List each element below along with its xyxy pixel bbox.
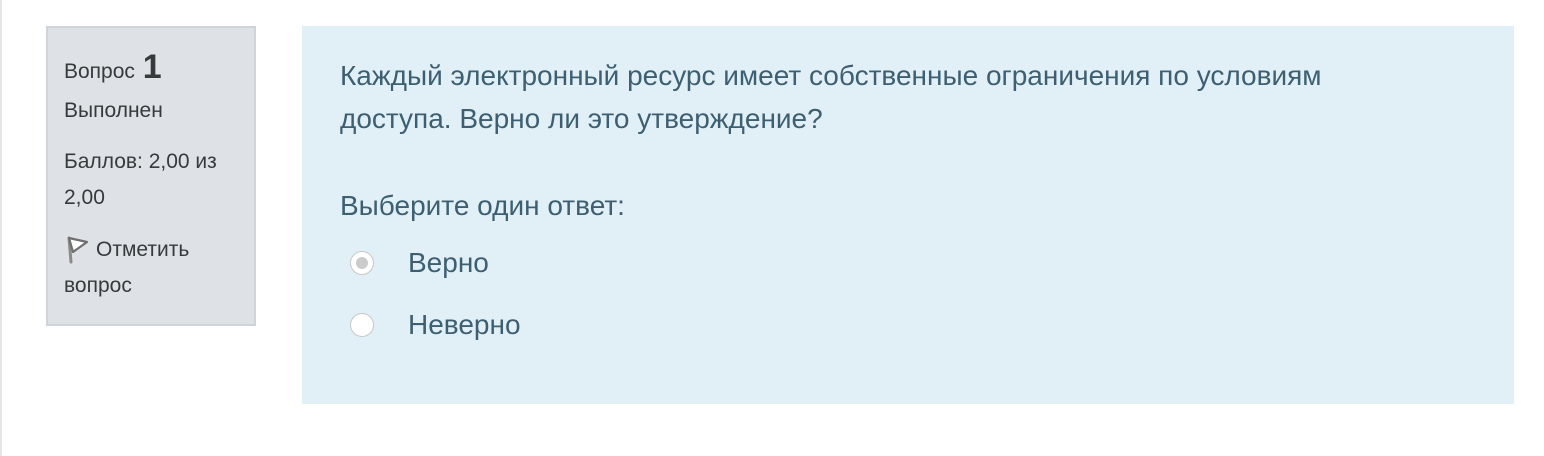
grade-line-1: Баллов: 2,00 из xyxy=(64,150,217,173)
flag-question-link[interactable]: Отметить вопрос xyxy=(64,232,238,304)
answer-label-true[interactable]: Верно xyxy=(408,243,489,283)
question-text-line-1: Каждый электронный ресурс имеет собствен… xyxy=(340,60,1322,91)
question-grade: Баллов: 2,00 из 2,00 xyxy=(64,144,238,216)
answer-prompt: Выберите один ответ: xyxy=(340,190,625,221)
quiz-page: Вопрос 1 Выполнен Баллов: 2,00 из 2,00 О… xyxy=(0,0,1544,456)
question-title: Вопрос 1 xyxy=(64,48,238,86)
question-label: Вопрос xyxy=(64,60,135,83)
question-text-line-2: доступа. Верно ли это утверждение? xyxy=(340,103,823,134)
radio-button-true[interactable] xyxy=(350,251,374,275)
answer-options: Верно Неверно xyxy=(340,232,1476,356)
question-info-panel: Вопрос 1 Выполнен Баллов: 2,00 из 2,00 О… xyxy=(46,26,256,326)
question-state: Выполнен xyxy=(64,99,163,122)
question-content: Каждый электронный ресурс имеет собствен… xyxy=(302,26,1514,404)
answer-option-false[interactable]: Неверно xyxy=(340,294,1476,356)
grade-line-2: 2,00 xyxy=(64,186,105,209)
answer-label-false[interactable]: Неверно xyxy=(408,305,521,345)
flag-label-line-1: Отметить xyxy=(96,238,190,261)
flag-icon xyxy=(64,234,90,264)
question-number: 1 xyxy=(142,48,162,86)
answer-option-true[interactable]: Верно xyxy=(340,232,1476,294)
question-text: Каждый электронный ресурс имеет собствен… xyxy=(340,54,1476,140)
flag-label-line-2: вопрос xyxy=(64,274,132,297)
radio-dot xyxy=(356,257,368,269)
radio-button-false[interactable] xyxy=(350,313,374,337)
